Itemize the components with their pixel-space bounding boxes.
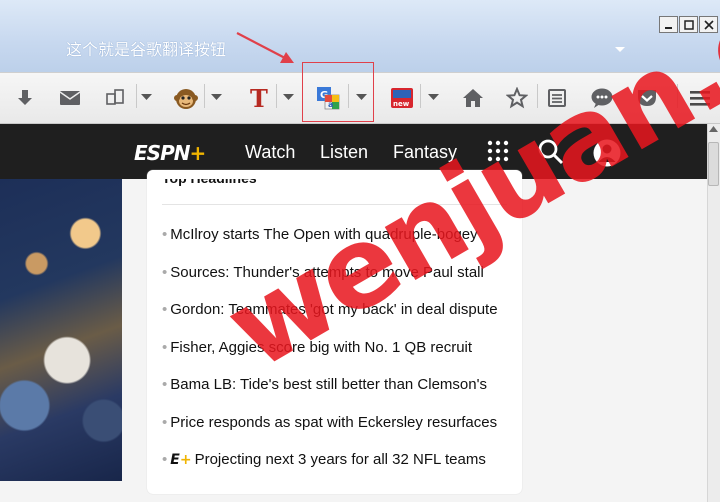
bullet-dot: • [162,339,168,356]
translate-button-highlight [302,62,374,122]
toolbar-separator [677,84,678,108]
headline-text[interactable]: Sources: Thunder's attempts to move Paul… [170,264,484,281]
headline-item[interactable]: • Price responds as spat with Eckersley r… [162,414,497,431]
bullet-dot: • [162,414,168,431]
scroll-thumb[interactable] [708,142,719,186]
download-icon[interactable] [12,84,38,112]
bullet-dot: • [162,376,168,393]
bullet-dot: • [162,301,168,318]
pocket-icon[interactable] [634,84,660,112]
nav-watch[interactable]: Watch [245,142,295,163]
headline-item[interactable]: • Bama LB: Tide's best still better than … [162,376,487,393]
titlebar-chevron-down-icon[interactable] [614,46,626,54]
page-background [0,481,122,502]
chevron-down-icon[interactable] [283,94,294,101]
home-icon[interactable] [460,84,486,112]
svg-text:new: new [393,100,410,108]
nav-fantasy[interactable]: Fantasy [393,142,457,163]
espn-plus-badge-icon: E+ [170,452,192,468]
headline-item[interactable]: • Gordon: Teammates 'got my back' in deal… [162,301,498,318]
toolbar-separator [420,84,421,108]
headline-text[interactable]: Projecting next 3 years for all 32 NFL t… [195,451,486,468]
minimize-icon[interactable] [659,16,678,33]
mail-icon[interactable] [57,84,83,112]
share-icon[interactable] [100,84,130,112]
nav-listen[interactable]: Listen [320,142,368,163]
toolbar-separator [136,84,137,108]
toolbar-separator [537,84,538,108]
chevron-down-icon[interactable] [211,94,222,101]
chevron-down-icon[interactable] [141,94,152,101]
reading-list-icon[interactable] [544,84,570,112]
espn-logo[interactable]: ESPN+ [134,141,206,165]
star-icon[interactable] [504,84,530,112]
menu-icon[interactable] [687,84,713,112]
headline-item[interactable]: • E+ Projecting next 3 years for all 32 NF… [162,451,486,468]
headline-item[interactable]: • Fisher, Aggies score big with No. 1 QB … [162,339,472,356]
maximize-icon[interactable] [679,16,698,33]
headline-item[interactable]: • McIlroy starts The Open with quadruple-… [162,226,478,243]
scroll-up-arrow-icon[interactable] [709,126,718,133]
hero-photo[interactable] [0,179,122,481]
bullet-dot: • [162,451,168,468]
headline-text[interactable]: McIlroy starts The Open with quadruple-b… [170,226,477,243]
headline-item[interactable]: • Sources: Thunder's attempts to move Pau… [162,264,484,281]
headline-text[interactable]: Bama LB: Tide's best still better than C… [170,376,487,393]
headline-text[interactable]: Gordon: Teammates 'got my back' in deal … [170,301,497,318]
news-icon[interactable]: new [388,84,416,112]
user-profile-icon[interactable] [592,138,622,168]
toolbar-separator [276,84,277,108]
close-icon[interactable] [699,16,718,33]
toolbar-separator [204,84,205,108]
search-icon[interactable] [537,138,565,166]
text-t-icon[interactable]: T [244,84,272,112]
bullet-dot: • [162,264,168,281]
apps-grid-icon[interactable] [487,140,509,162]
espn-plus-mark: + [189,141,206,165]
bullet-dot: • [162,226,168,243]
headlines-card [147,170,522,494]
headline-text[interactable]: Fisher, Aggies score big with No. 1 QB r… [170,339,472,356]
window-controls [658,16,718,33]
card-divider [162,204,507,205]
headline-text[interactable]: Price responds as spat with Eckersley re… [170,414,497,431]
monkey-icon[interactable] [172,84,200,112]
espn-logo-text: ESPN [134,141,190,165]
svg-text:T: T [250,86,268,110]
chat-icon[interactable] [589,84,615,112]
chevron-down-icon[interactable] [428,94,439,101]
